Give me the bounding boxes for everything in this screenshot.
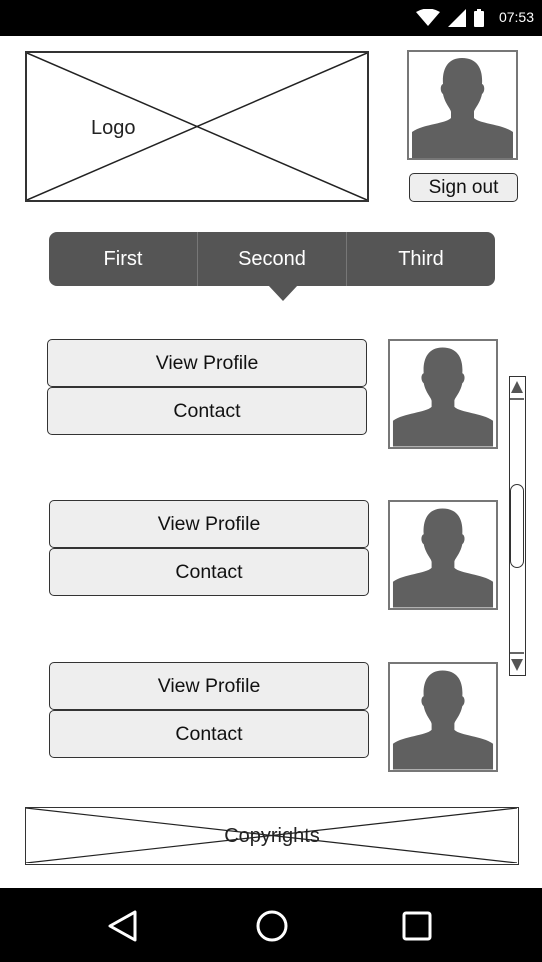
tab-third[interactable]: Third (346, 232, 495, 286)
scroll-up-arrow-icon[interactable] (510, 377, 524, 401)
contact-button[interactable]: Contact (47, 387, 367, 435)
contact-button[interactable]: Contact (49, 710, 369, 758)
navigation-bar (0, 888, 542, 962)
wifi-icon (416, 9, 440, 27)
person-icon (392, 670, 494, 770)
status-time: 07:53 (498, 9, 534, 25)
person-icon (392, 508, 494, 608)
logo-placeholder-cross (27, 53, 367, 200)
status-bar: 07:53 (0, 0, 542, 36)
footer: Copyrights (25, 807, 519, 865)
contact-button[interactable]: Contact (49, 548, 369, 596)
selected-tab-indicator (268, 285, 298, 301)
person-icon (412, 58, 513, 158)
person-icon (392, 347, 494, 447)
back-icon[interactable] (102, 906, 142, 946)
signal-icon (448, 9, 466, 27)
battery-icon (474, 9, 484, 27)
logo-label: Logo (91, 117, 136, 139)
view-profile-button[interactable]: View Profile (47, 339, 367, 387)
sign-out-button[interactable]: Sign out (409, 173, 518, 202)
scrollbar[interactable] (509, 376, 526, 676)
profile-avatar (388, 662, 498, 772)
profile-avatar (388, 339, 498, 449)
list-item: View Profile Contact (49, 500, 501, 611)
view-profile-button[interactable]: View Profile (49, 662, 369, 710)
copyright-text: Copyrights (224, 824, 320, 847)
list-item: View Profile Contact (49, 662, 501, 773)
tab-first[interactable]: First (49, 232, 197, 286)
status-icons (416, 8, 484, 28)
recents-icon[interactable] (397, 906, 437, 946)
view-profile-button[interactable]: View Profile (49, 500, 369, 548)
logo: Logo (25, 51, 369, 202)
scrollbar-thumb[interactable] (510, 484, 524, 568)
scroll-down-arrow-icon[interactable] (510, 651, 524, 675)
list-item: View Profile Contact (47, 339, 499, 450)
user-avatar[interactable] (407, 50, 518, 160)
profile-avatar (388, 500, 498, 610)
home-icon[interactable] (252, 906, 292, 946)
tab-bar: First Second Third (49, 232, 495, 286)
tab-second[interactable]: Second (197, 232, 346, 286)
